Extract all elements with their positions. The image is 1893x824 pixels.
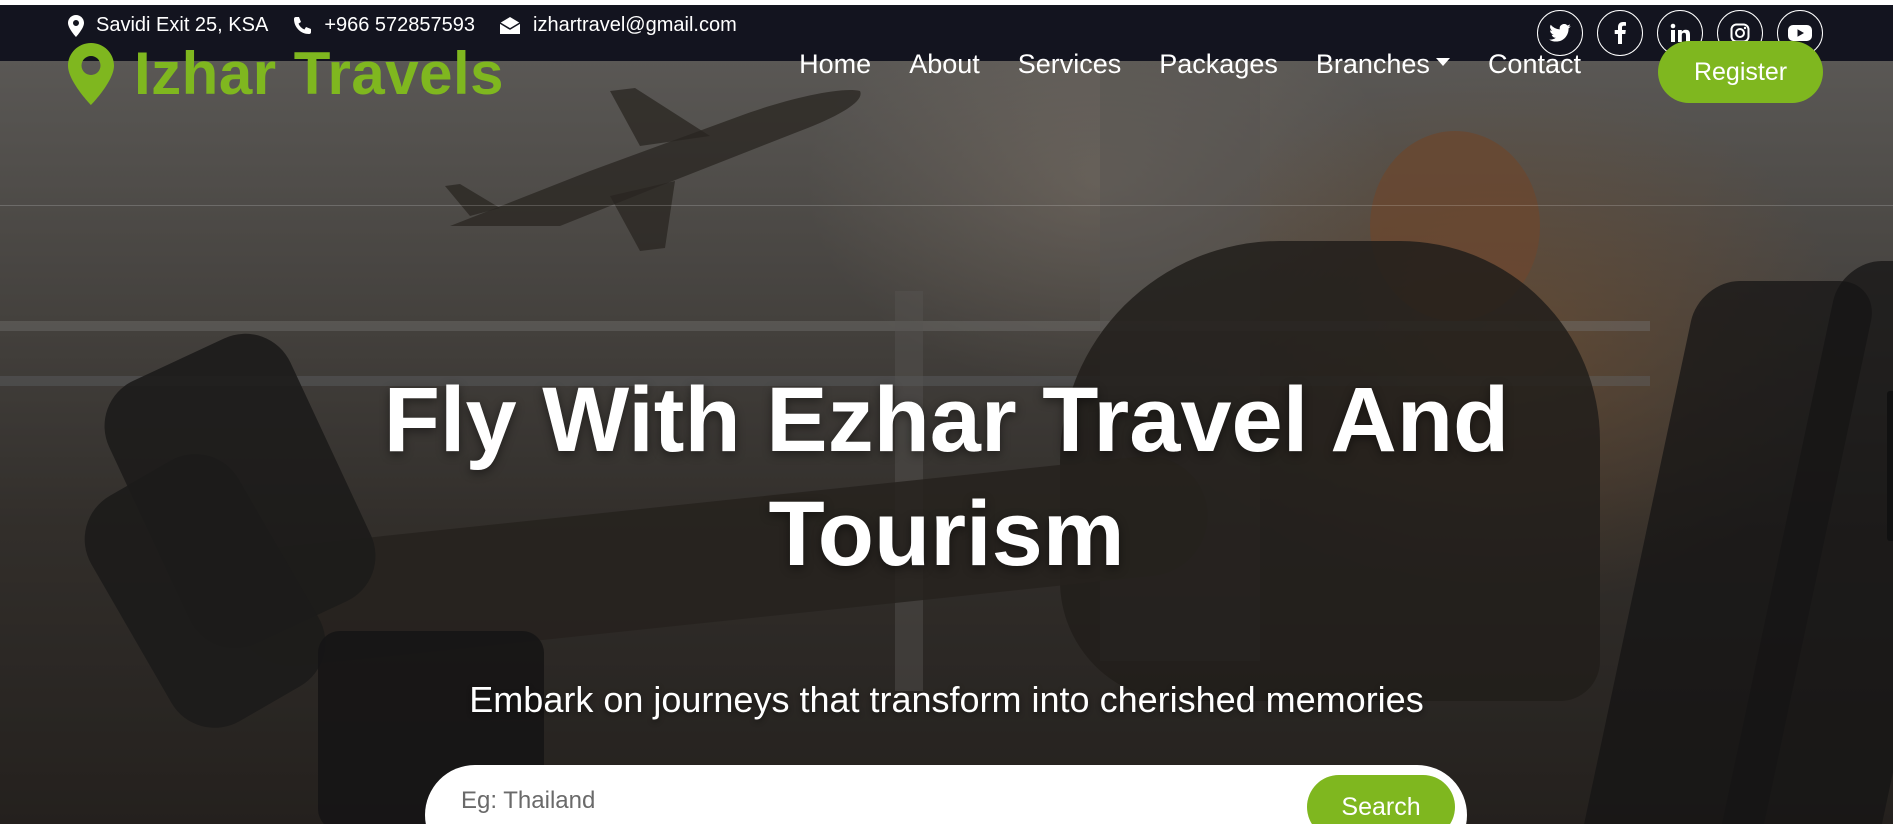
facebook-link[interactable] bbox=[1597, 10, 1643, 56]
hero-headline-line2: Tourism bbox=[768, 483, 1125, 585]
phone-item[interactable]: +966 572857593 bbox=[292, 14, 475, 37]
facebook-icon bbox=[1614, 22, 1626, 44]
contact-info: Savidi Exit 25, KSA +966 572857593 izhar… bbox=[68, 14, 761, 37]
location-pin-icon bbox=[68, 42, 114, 105]
email-text[interactable]: izhartravel@gmail.com bbox=[533, 14, 737, 37]
linkedin-icon bbox=[1670, 23, 1690, 42]
search-bar: Search bbox=[425, 765, 1467, 824]
nav-contact[interactable]: Contact bbox=[1488, 49, 1581, 80]
address-item: Savidi Exit 25, KSA bbox=[68, 14, 268, 37]
nav-about[interactable]: About bbox=[909, 49, 980, 80]
nav-branches-dropdown[interactable]: Branches bbox=[1316, 49, 1450, 80]
youtube-icon bbox=[1788, 25, 1812, 41]
nav-home[interactable]: Home bbox=[799, 49, 871, 80]
search-input[interactable] bbox=[461, 779, 1261, 823]
main-nav: Home About Services Packages Branches Co… bbox=[761, 49, 1581, 80]
nav-branches-label: Branches bbox=[1315, 49, 1430, 79]
twitter-icon bbox=[1549, 24, 1571, 42]
email-item[interactable]: izhartravel@gmail.com bbox=[499, 14, 737, 37]
register-button[interactable]: Register bbox=[1658, 41, 1823, 103]
hero-headline: Fly With Ezhar Travel And Tourism bbox=[240, 363, 1653, 591]
hero-headline-line1: Fly With Ezhar Travel And bbox=[383, 369, 1510, 471]
nav-divider bbox=[0, 205, 1893, 206]
caret-down-icon bbox=[1435, 57, 1450, 66]
address-text: Savidi Exit 25, KSA bbox=[96, 14, 269, 36]
brand-name: Izhar Travels bbox=[134, 40, 505, 107]
search-button[interactable]: Search bbox=[1307, 775, 1455, 824]
instagram-icon bbox=[1730, 23, 1750, 43]
envelope-icon bbox=[499, 16, 521, 34]
phone-icon bbox=[294, 16, 312, 34]
brand-logo[interactable]: Izhar Travels bbox=[68, 39, 504, 108]
hero-subtitle: Embark on journeys that transform into c… bbox=[469, 679, 1424, 720]
nav-packages[interactable]: Packages bbox=[1159, 49, 1278, 80]
side-widget[interactable] bbox=[1887, 391, 1893, 541]
nav-services[interactable]: Services bbox=[1018, 49, 1122, 80]
phone-text[interactable]: +966 572857593 bbox=[324, 14, 475, 37]
map-pin-icon bbox=[68, 14, 84, 37]
